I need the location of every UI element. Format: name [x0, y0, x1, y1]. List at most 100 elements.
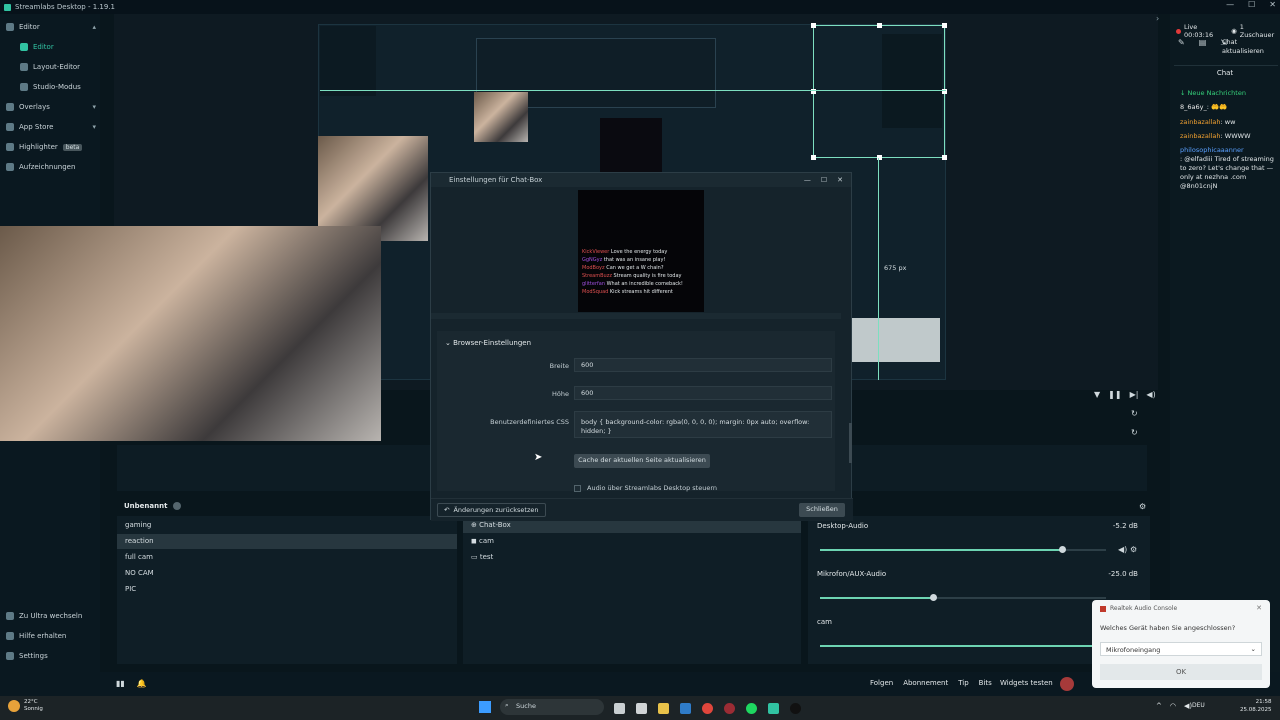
speaker-tray-icon[interactable]: ◀)	[1184, 702, 1192, 710]
refresh-icon[interactable]: ↻	[1131, 409, 1138, 418]
close-icon[interactable]: ✕	[837, 176, 843, 184]
file-explorer-icon[interactable]	[658, 703, 669, 714]
sidebar-item-recordings[interactable]: Aufzeichnungen	[6, 163, 96, 171]
close-icon[interactable]: ✕	[1256, 604, 1262, 612]
scene-item[interactable]: PIC	[117, 582, 457, 597]
section-header[interactable]: ⌄ Browser-Einstellungen	[445, 339, 531, 347]
scene-item[interactable]: NO CAM	[117, 566, 457, 581]
selection-box[interactable]	[811, 23, 947, 160]
sidebar-item-editor-group[interactable]: Editor ▴	[6, 23, 96, 31]
volume-knob[interactable]	[1059, 546, 1066, 553]
store-app-icon[interactable]	[680, 703, 691, 714]
ok-button[interactable]: OK	[1100, 664, 1262, 680]
chat-refresh-button[interactable]: Chat aktualisieren	[1222, 38, 1276, 56]
refresh-icon[interactable]: ↻	[1131, 428, 1138, 437]
close-dialog-button[interactable]: Schließen	[799, 503, 845, 517]
stats-icon[interactable]: ▮▮	[116, 679, 125, 688]
pause-icon[interactable]: ❚❚	[1108, 390, 1121, 399]
tiktok-icon[interactable]	[790, 703, 801, 714]
sidebar-item-highlighter[interactable]: Highlighter beta	[6, 143, 96, 151]
sidebar-item-label: App Store	[19, 123, 54, 131]
record-button[interactable]	[1060, 677, 1074, 691]
width-input[interactable]: 600	[574, 358, 832, 372]
sidebar-item-overlays[interactable]: Overlays ▾	[6, 103, 96, 111]
maximize-button[interactable]: ☐	[1248, 0, 1255, 9]
minimize-button[interactable]: —	[1226, 0, 1234, 9]
language-indicator[interactable]: DEU	[1192, 702, 1205, 709]
weather-widget[interactable]: 22°C Sonnig	[24, 699, 43, 713]
chevron-down-icon: ⌄	[445, 339, 451, 347]
widgets-icon[interactable]	[636, 703, 647, 714]
sidebar-item-help[interactable]: Hilfe erhalten	[6, 632, 96, 640]
bits-button[interactable]: Bits	[979, 679, 992, 687]
opera-icon[interactable]	[724, 703, 735, 714]
clock[interactable]: 21:58 25.08.2025	[1240, 698, 1272, 714]
spotify-icon[interactable]	[746, 703, 757, 714]
windows-start-icon[interactable]	[479, 701, 491, 713]
preview-user: GgNGyz	[582, 257, 603, 263]
add-icon[interactable]	[173, 502, 182, 510]
sidebar-item-studio-mode[interactable]: Studio-Modus	[20, 83, 96, 91]
sidebar-item-ultra[interactable]: Zu Ultra wechseln	[6, 612, 96, 620]
device-select-value: Mikrofoneingang	[1106, 646, 1161, 654]
refresh-cache-button[interactable]: Cache der aktuellen Seite aktualisieren	[574, 454, 710, 468]
grid-icon	[6, 23, 14, 31]
minimize-icon[interactable]: —	[804, 176, 811, 184]
speaker-icon[interactable]: ◀)	[1118, 545, 1127, 554]
next-icon[interactable]: ▶|	[1130, 390, 1139, 399]
close-window-button[interactable]: ✕	[1269, 0, 1276, 9]
live-indicator: Live 00:03:16 ◉ 1 Zuschauer	[1176, 23, 1280, 39]
resize-handle[interactable]	[942, 155, 947, 160]
custom-css-input[interactable]: body { background-color: rgba(0, 0, 0, 0…	[574, 411, 832, 438]
volume-slider[interactable]	[820, 645, 1106, 647]
mixer-settings-icon[interactable]: ⚙	[1139, 502, 1146, 511]
source-item-cam[interactable]: ◼ cam	[463, 534, 801, 549]
divider	[1174, 65, 1278, 66]
chevron-right-icon[interactable]: ›	[1156, 14, 1159, 23]
tip-button[interactable]: Tip	[958, 679, 968, 687]
resize-handle[interactable]	[877, 23, 882, 28]
subscribe-button[interactable]: Abonnement	[903, 679, 948, 687]
height-input[interactable]: 600	[574, 386, 832, 400]
streamlabs-icon[interactable]	[768, 703, 779, 714]
audio-control-checkbox[interactable]	[574, 484, 581, 492]
wifi-icon[interactable]: ◠	[1170, 702, 1176, 710]
new-messages-banner[interactable]: ↓ Neue Nachrichten	[1180, 89, 1246, 97]
weather-icon[interactable]	[8, 700, 20, 712]
task-view-icon[interactable]	[614, 703, 625, 714]
scene-collection[interactable]: Unbenannt	[124, 502, 182, 510]
dialog-scrollbar[interactable]	[849, 423, 852, 463]
tray-chevron-icon[interactable]: ^	[1156, 702, 1162, 710]
resize-handle[interactable]	[811, 155, 816, 160]
scene-item[interactable]: full cam	[117, 550, 457, 565]
sidebar-item-editor[interactable]: Editor	[20, 43, 96, 51]
dialog-title-bar: Einstellungen für Chat-Box — ☐ ✕	[431, 173, 851, 187]
chat-user: zainbazallah	[1180, 132, 1221, 140]
source-item-test[interactable]: ▭ test	[463, 550, 801, 565]
audio-control-label: Audio über Streamlabs Desktop steuern	[587, 484, 718, 492]
resize-handle[interactable]	[942, 23, 947, 28]
filter-icon[interactable]: ▼	[1094, 390, 1100, 399]
gear-icon[interactable]: ⚙	[1130, 545, 1137, 554]
follow-button[interactable]: Folgen	[870, 679, 893, 687]
taskbar-search[interactable]: ⌕ Suche	[500, 699, 604, 715]
clip-icon[interactable]: ▤	[1199, 38, 1207, 47]
scene-item-selected[interactable]: reaction	[117, 534, 457, 549]
edit-icon[interactable]: ✎	[1178, 38, 1185, 47]
sidebar-item-app-store[interactable]: App Store ▾	[6, 123, 96, 131]
reset-changes-button[interactable]: ↶ Änderungen zurücksetzen	[437, 503, 546, 517]
resize-handle[interactable]	[811, 23, 816, 28]
device-select[interactable]: Mikrofoneingang ⌄	[1100, 642, 1262, 656]
volume-icon[interactable]: ◀)	[1146, 390, 1155, 399]
webcam-image-large	[0, 226, 381, 441]
audio-control-checkbox-row[interactable]: Audio über Streamlabs Desktop steuern	[574, 484, 717, 492]
sidebar-item-layout-editor[interactable]: Layout-Editor	[20, 63, 96, 71]
volume-knob[interactable]	[930, 594, 937, 601]
scene-item[interactable]: gaming	[117, 518, 457, 533]
notification-icon[interactable]: 🔔	[137, 679, 147, 688]
sidebar-item-settings[interactable]: Settings	[6, 652, 96, 660]
volume-slider[interactable]	[820, 597, 1106, 599]
maximize-icon[interactable]: ☐	[821, 176, 827, 184]
test-widgets-button[interactable]: Widgets testen	[1000, 679, 1053, 687]
chrome-icon[interactable]	[702, 703, 713, 714]
